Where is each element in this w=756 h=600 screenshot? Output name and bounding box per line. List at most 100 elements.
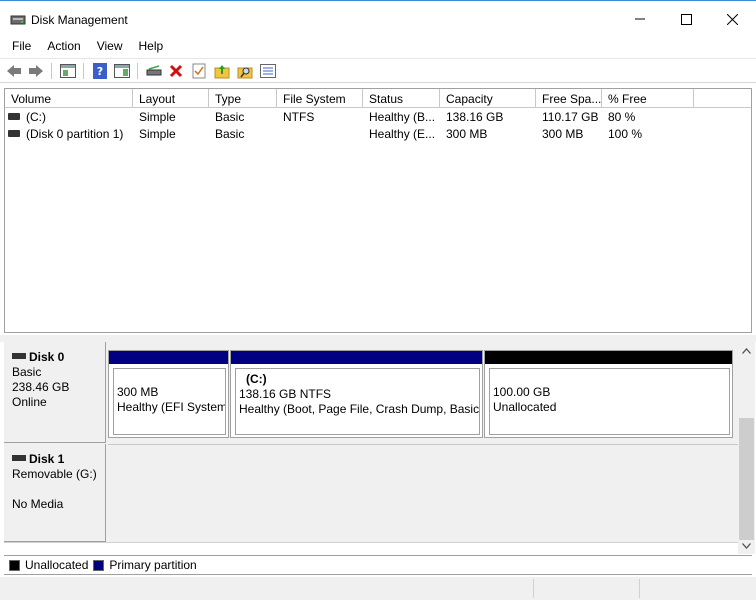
partition-details: (C:) 138.16 GB NTFS Healthy (Boot, Page … bbox=[235, 368, 480, 435]
properties-list-button[interactable] bbox=[259, 62, 277, 80]
check-icon bbox=[192, 63, 206, 79]
scroll-down-button[interactable] bbox=[738, 537, 755, 554]
cell-volume: (Disk 0 partition 1) bbox=[8, 127, 132, 141]
cell-free-space: 110.17 GB bbox=[542, 110, 599, 124]
menu-bar: File Action View Help bbox=[0, 37, 756, 57]
menu-file[interactable]: File bbox=[4, 37, 39, 57]
properties-list-icon bbox=[260, 64, 276, 78]
column-layout[interactable]: Layout bbox=[133, 89, 209, 108]
cell-capacity: 300 MB bbox=[446, 127, 488, 141]
disk-state: Online bbox=[12, 395, 47, 409]
volume-icon bbox=[8, 113, 20, 121]
column-status[interactable]: Status bbox=[363, 89, 440, 108]
chevron-down-icon bbox=[742, 542, 751, 549]
partition-details: 100.00 GB Unallocated bbox=[489, 368, 730, 435]
console-pane-icon bbox=[114, 64, 130, 78]
legend-unallocated: Unallocated bbox=[9, 558, 88, 572]
table-row[interactable]: (Disk 0 partition 1) Simple Basic Health… bbox=[5, 126, 751, 143]
minimize-icon bbox=[635, 18, 645, 20]
disk-type: Removable (G:) bbox=[12, 467, 97, 481]
connect-drive-button[interactable] bbox=[145, 62, 163, 80]
cell-percent-free: 80 % bbox=[608, 110, 636, 124]
help-icon: ? bbox=[93, 63, 107, 79]
status-separator bbox=[533, 579, 534, 598]
check-button[interactable] bbox=[190, 62, 208, 80]
column-volume[interactable]: Volume bbox=[5, 89, 133, 108]
column-file-system[interactable]: File System bbox=[277, 89, 363, 108]
back-arrow-icon bbox=[7, 65, 21, 77]
show-hide-tree-button[interactable] bbox=[59, 62, 77, 80]
partition-bar bbox=[109, 351, 228, 364]
folder-up-icon bbox=[214, 65, 230, 79]
forward-button[interactable] bbox=[27, 62, 45, 80]
disk-icon bbox=[12, 454, 26, 461]
cell-percent-free: 100 % bbox=[608, 127, 643, 141]
toolbar-separator bbox=[83, 63, 84, 79]
cell-layout: Simple bbox=[139, 127, 176, 141]
connect-drive-icon bbox=[146, 65, 162, 76]
pane-splitter[interactable] bbox=[0, 335, 756, 342]
search-folder-icon bbox=[237, 67, 253, 79]
forward-arrow-icon bbox=[29, 65, 43, 77]
cell-type: Basic bbox=[215, 110, 245, 124]
table-row[interactable]: (C:) Simple Basic NTFS Healthy (B... 138… bbox=[5, 109, 751, 126]
close-icon bbox=[726, 13, 738, 25]
column-free-space[interactable]: Free Spa... bbox=[536, 89, 602, 108]
scroll-up-button[interactable] bbox=[738, 342, 755, 359]
disk-management-icon bbox=[10, 12, 26, 28]
disk-0-partitions: 300 MB Healthy (EFI System (C:) 138.16 G… bbox=[108, 350, 734, 438]
disk-state: No Media bbox=[12, 497, 64, 511]
cell-capacity: 138.16 GB bbox=[446, 110, 504, 124]
volume-list[interactable]: Volume Layout Type File System Status Ca… bbox=[4, 88, 752, 333]
vertical-scrollbar[interactable] bbox=[738, 342, 755, 554]
legend: Unallocated Primary partition bbox=[4, 555, 752, 575]
disk-icon bbox=[12, 352, 26, 359]
cell-status: Healthy (B... bbox=[369, 110, 436, 124]
disk-graphical-view: Disk 0 Basic 238.46 GB Online 300 MB Hea… bbox=[4, 342, 738, 542]
partition-efi[interactable]: 300 MB Healthy (EFI System bbox=[108, 350, 229, 438]
menu-help[interactable]: Help bbox=[131, 37, 172, 57]
delete-button[interactable] bbox=[167, 62, 185, 80]
column-capacity[interactable]: Capacity bbox=[440, 89, 536, 108]
help-button[interactable]: ? bbox=[91, 62, 109, 80]
toolbar-separator bbox=[51, 63, 52, 79]
partition-details: 300 MB Healthy (EFI System bbox=[113, 368, 226, 435]
scroll-thumb[interactable] bbox=[739, 418, 754, 540]
legend-primary-partition: Primary partition bbox=[93, 558, 197, 572]
toolbar-separator bbox=[137, 63, 138, 79]
maximize-button[interactable] bbox=[663, 1, 709, 37]
menu-view[interactable]: View bbox=[89, 37, 131, 57]
properties-pane-icon bbox=[60, 64, 76, 78]
cell-volume: (C:) bbox=[8, 110, 132, 124]
menu-action[interactable]: Action bbox=[39, 37, 88, 57]
status-bar bbox=[0, 577, 756, 600]
folder-up-button[interactable] bbox=[213, 62, 231, 80]
disk-type: Basic bbox=[12, 365, 42, 379]
cell-file-system: NTFS bbox=[283, 110, 315, 124]
cell-layout: Simple bbox=[139, 110, 176, 124]
maximize-icon bbox=[680, 13, 692, 25]
partition-bar bbox=[231, 351, 482, 364]
partition-c[interactable]: (C:) 138.16 GB NTFS Healthy (Boot, Page … bbox=[230, 350, 483, 438]
close-button[interactable] bbox=[709, 1, 755, 37]
volume-icon bbox=[8, 130, 20, 138]
search-folder-button[interactable] bbox=[236, 62, 254, 80]
svg-text:?: ? bbox=[97, 65, 103, 78]
partition-unallocated[interactable]: 100.00 GB Unallocated bbox=[484, 350, 733, 438]
minimize-button[interactable] bbox=[617, 1, 663, 37]
show-hide-action-pane-button[interactable] bbox=[113, 62, 131, 80]
disk-0-label[interactable]: Disk 0 Basic 238.46 GB Online bbox=[4, 342, 106, 443]
column-percent-free[interactable]: % Free bbox=[602, 89, 694, 108]
cell-free-space: 300 MB bbox=[542, 127, 584, 141]
back-button[interactable] bbox=[5, 62, 23, 80]
cell-status: Healthy (E... bbox=[369, 127, 436, 141]
cell-type: Basic bbox=[215, 127, 245, 141]
column-type[interactable]: Type bbox=[209, 89, 277, 108]
graphic-bottom-area bbox=[4, 542, 738, 554]
disk-1-label[interactable]: Disk 1 Removable (G:) No Media bbox=[4, 444, 106, 542]
disk-1-area bbox=[108, 444, 738, 542]
delete-icon bbox=[169, 64, 183, 78]
partition-bar bbox=[485, 351, 732, 364]
status-separator bbox=[639, 579, 640, 598]
legend-swatch bbox=[9, 559, 20, 571]
